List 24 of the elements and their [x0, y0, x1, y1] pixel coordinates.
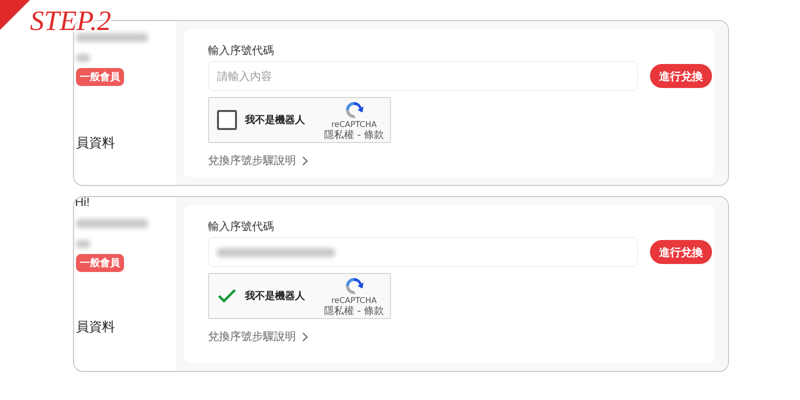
captcha-brand: reCAPTCHA — [331, 297, 377, 306]
field-label: 輸入序號代碼 — [208, 43, 275, 58]
terms-link[interactable]: 隱私權 - 條款 — [324, 130, 384, 141]
profile-link[interactable]: 員資料 — [76, 134, 176, 152]
serial-input-field[interactable] — [208, 237, 638, 267]
checkmark-icon[interactable] — [217, 288, 237, 304]
profile-link[interactable]: 員資料 — [76, 318, 176, 336]
member-badge: 一般會員 — [76, 254, 124, 272]
redeem-button[interactable]: 進行兌換 — [650, 64, 712, 88]
help-link[interactable]: 兌換序號步驟說明 — [208, 329, 308, 344]
step-label: STEP.2 — [30, 6, 112, 38]
captcha-label: 我不是機器人 — [245, 114, 306, 127]
field-label: 輸入序號代碼 — [208, 219, 275, 234]
redeem-button[interactable]: 進行兌換 — [650, 240, 712, 264]
member-badge: 一般會員 — [76, 68, 124, 86]
help-link[interactable]: 兌換序號步驟說明 — [208, 153, 308, 168]
corner-ribbon — [0, 0, 30, 30]
chevron-right-icon — [302, 332, 308, 342]
chevron-right-icon — [302, 156, 308, 166]
checkbox[interactable] — [217, 110, 237, 130]
captcha-label: 我不是機器人 — [245, 290, 306, 303]
terms-link[interactable]: 隱私權 - 條款 — [324, 306, 384, 317]
greeting-text: Hi! — [75, 197, 90, 209]
captcha-brand: reCAPTCHA — [331, 121, 377, 130]
